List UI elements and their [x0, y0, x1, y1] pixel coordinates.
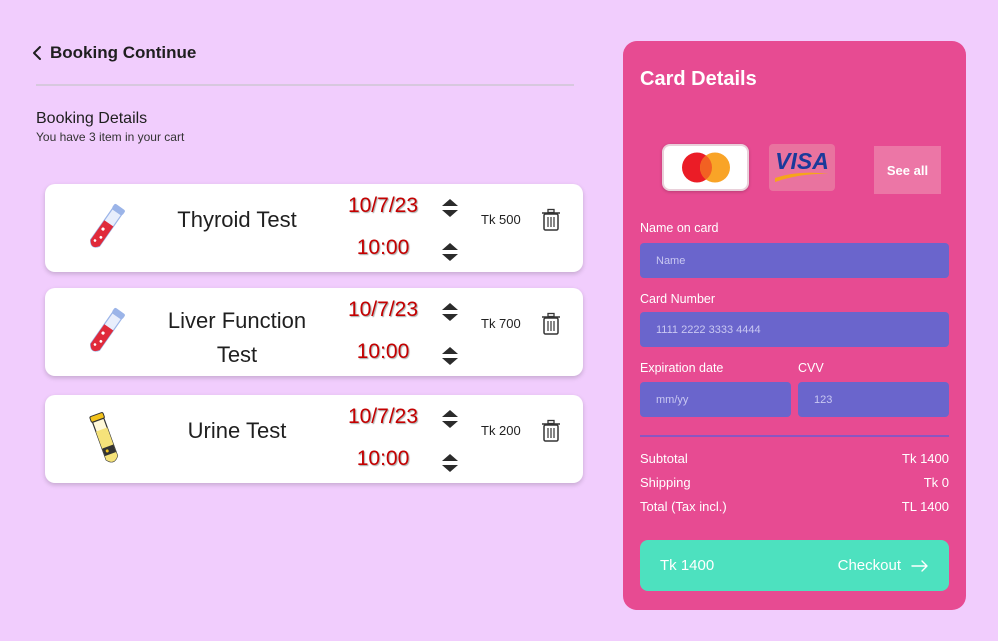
summary-row-total: Total (Tax incl.) TL 1400	[640, 499, 949, 514]
summary-label: Subtotal	[640, 451, 688, 466]
blood-tube-icon	[89, 204, 125, 248]
summary-divider	[640, 435, 949, 437]
cart-item: Urine Test 10/7/23 10:00 Tk 200	[45, 395, 583, 483]
urine-tube-icon	[89, 412, 119, 463]
summary-row-shipping: Shipping Tk 0	[640, 475, 949, 490]
trash-icon[interactable]	[541, 419, 561, 443]
section-subtitle: You have 3 item in your cart	[36, 130, 185, 144]
cvv-field[interactable]: 123	[798, 382, 949, 417]
item-name: Thyroid Test	[177, 207, 297, 232]
item-time: 10:00	[356, 447, 410, 470]
cart-item: Thyroid Test 10/7/23 10:00 Tk 500	[45, 184, 583, 272]
expiration-label: Expiration date	[640, 361, 724, 375]
summary-value: Tk 0	[923, 475, 949, 490]
date-stepper-icon[interactable]	[439, 407, 461, 431]
time-stepper-icon[interactable]	[439, 451, 461, 475]
item-date: 10/7/23	[347, 298, 419, 321]
item-time: 10:00	[356, 236, 410, 259]
arrow-right-icon	[911, 559, 928, 572]
expiration-field[interactable]: mm/yy	[640, 382, 791, 417]
summary-value: Tk 1400	[902, 451, 949, 466]
item-time: 10:00	[356, 340, 410, 363]
mastercard-icon	[682, 152, 730, 183]
visa-icon: VISA	[775, 148, 829, 182]
section-title: Booking Details	[36, 110, 148, 127]
summary-label: Total (Tax incl.)	[640, 499, 727, 514]
card-number-field[interactable]: 1111 2222 3333 4444	[640, 312, 949, 347]
checkout-amount: Tk 1400	[660, 557, 715, 574]
card-number-label: Card Number	[640, 292, 716, 306]
visa-option[interactable]: VISA	[769, 144, 835, 191]
checkout-button[interactable]: Tk 1400 Checkout	[640, 540, 949, 591]
item-name: Liver Function Test	[167, 308, 307, 367]
cvv-label: CVV	[798, 361, 824, 375]
header-divider	[36, 84, 574, 86]
mastercard-option[interactable]	[662, 144, 749, 191]
back-button[interactable]: Booking Continue	[32, 43, 196, 63]
date-stepper-icon[interactable]	[439, 300, 461, 324]
page-title: Booking Continue	[50, 43, 197, 62]
time-stepper-icon[interactable]	[439, 344, 461, 368]
item-price: Tk 700	[481, 316, 521, 331]
summary-row-subtotal: Subtotal Tk 1400	[640, 451, 949, 466]
item-price: Tk 500	[481, 212, 521, 227]
item-name: Urine Test	[187, 418, 287, 443]
summary-label: Shipping	[640, 475, 691, 490]
chevron-left-icon	[33, 46, 41, 60]
trash-icon[interactable]	[541, 208, 561, 232]
trash-icon[interactable]	[541, 312, 561, 336]
item-date: 10/7/23	[347, 194, 419, 217]
item-date: 10/7/23	[347, 405, 419, 428]
time-stepper-icon[interactable]	[439, 240, 461, 264]
name-on-card-field[interactable]: Name	[640, 243, 949, 278]
date-stepper-icon[interactable]	[439, 196, 461, 220]
see-all-button[interactable]: See all	[874, 146, 941, 194]
summary-value: TL 1400	[901, 499, 949, 514]
item-price: Tk 200	[481, 423, 521, 438]
blood-tube-icon	[89, 308, 125, 352]
panel-title: Card Details	[640, 68, 757, 90]
card-details-panel: Card Details VISA See all Name on card N…	[623, 41, 966, 610]
checkout-label: Checkout	[837, 557, 901, 574]
svg-text:VISA: VISA	[775, 148, 829, 174]
name-label: Name on card	[640, 221, 719, 235]
cart-item: Liver Function Test 10/7/23 10:00 Tk 700	[45, 288, 583, 376]
